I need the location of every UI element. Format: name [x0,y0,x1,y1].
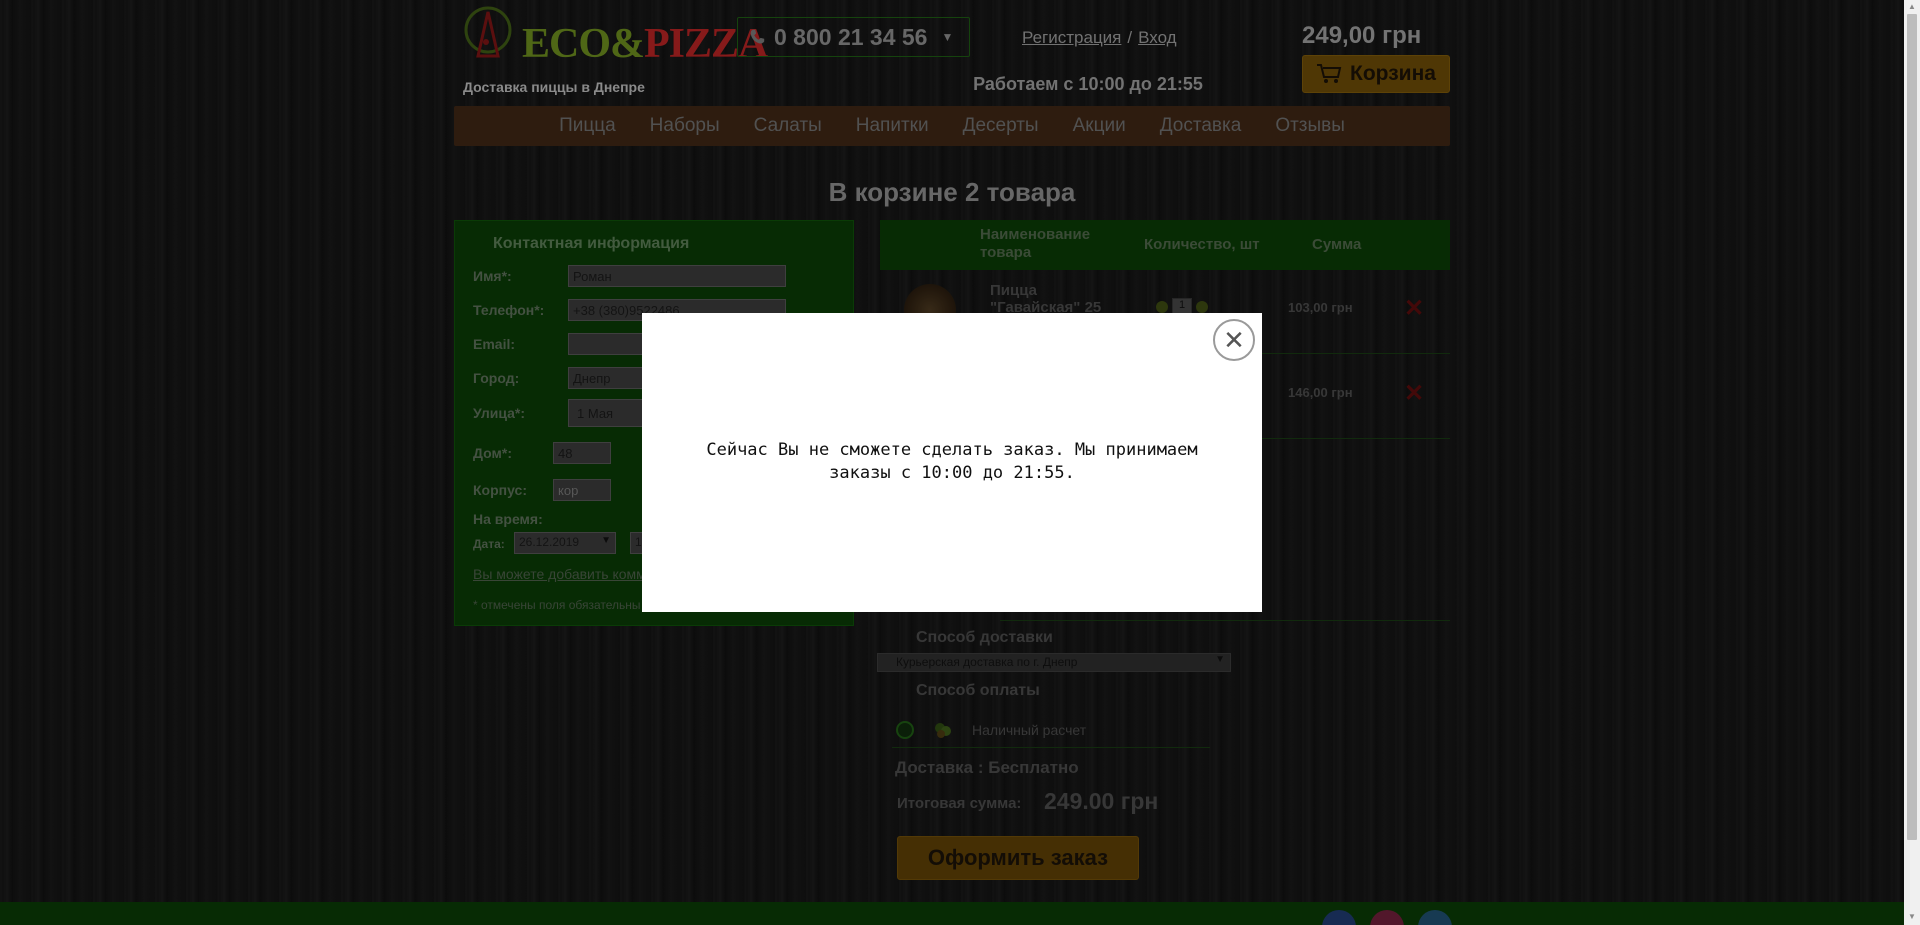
modal-message: Сейчас Вы не сможете сделать заказ. Мы п… [706,440,1198,483]
modal-dialog: ✕ Сейчас Вы не сможете сделать заказ. Мы… [642,313,1262,612]
scrollbar[interactable]: ▲ ▼ [1904,0,1920,925]
scrollbar-thumb[interactable] [1907,14,1917,840]
scroll-up-icon[interactable]: ▲ [1907,2,1917,11]
close-icon[interactable]: ✕ [1213,319,1255,361]
scroll-down-icon[interactable]: ▼ [1907,912,1917,921]
